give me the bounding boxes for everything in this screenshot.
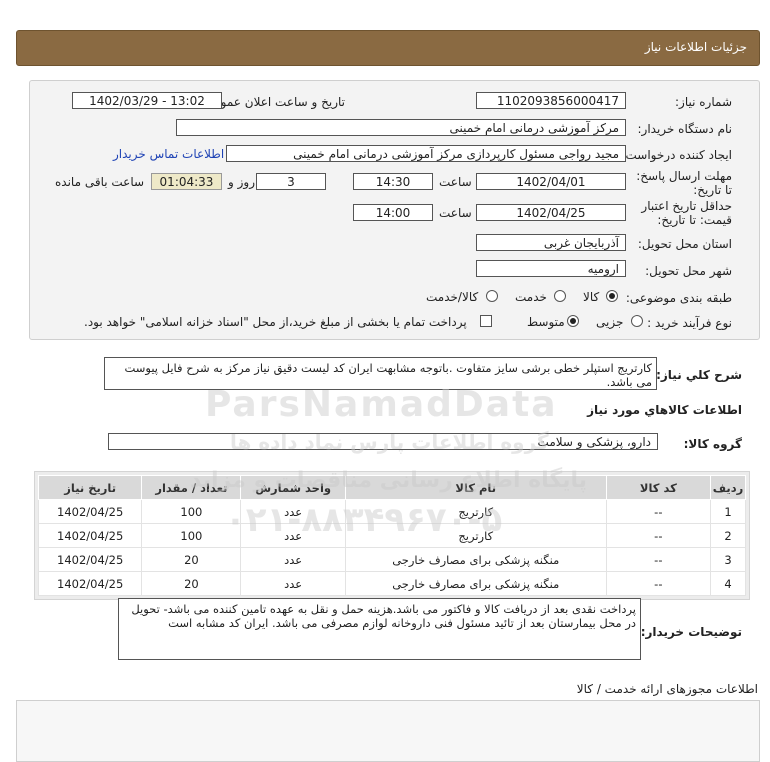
col-row-number: ردیف — [710, 475, 746, 500]
goods-group-label: گروه کالا: — [683, 437, 742, 451]
cell-need-date: 1402/04/25 — [37, 571, 143, 596]
province-label: استان محل تحویل: — [637, 237, 732, 251]
page-header: جزئیات اطلاعات نیاز — [16, 30, 760, 66]
table-row[interactable]: 2 -- کارتریج عدد 100 1402/04/25 — [37, 523, 746, 548]
cell-unit: عدد — [240, 571, 346, 596]
cell-goods-name: منگنه پزشکی برای مصارف خارجی — [344, 571, 607, 596]
remaining-days-field[interactable]: 3 — [256, 173, 326, 190]
deadline-date-field[interactable]: 1402/04/01 — [476, 173, 626, 190]
remaining-time-field: 01:04:33 — [151, 173, 222, 190]
validity-time-label: ساعت — [439, 206, 472, 220]
city-label: شهر محل تحویل: — [645, 264, 732, 278]
goods-table-container: ردیف کد کالا نام کالا واحد شمارش تعداد /… — [34, 471, 750, 600]
col-need-date: تاریخ نیاز — [37, 475, 143, 500]
category-option-goods-service: کالا/خدمت — [426, 290, 479, 304]
goods-table: ردیف کد کالا نام کالا واحد شمارش تعداد /… — [37, 475, 746, 596]
buyer-contact-link[interactable]: اطلاعات تماس خریدار — [113, 147, 224, 161]
cell-need-date: 1402/04/25 — [37, 499, 143, 524]
category-radio-goods[interactable] — [606, 290, 618, 302]
buyer-org-field[interactable]: مرکز آموزشی درمانی امام خمینی — [176, 119, 626, 136]
remaining-label: ساعت باقی مانده — [55, 175, 145, 189]
service-permits-label: اطلاعات مجوزهای ارائه خدمت / کالا — [576, 682, 758, 696]
province-field[interactable]: آذربایجان غربی — [476, 234, 626, 251]
table-row[interactable]: 3 -- منگنه پزشکی برای مصارف خارجی عدد 20… — [37, 547, 746, 572]
table-row[interactable]: 1 -- کارتریج عدد 100 1402/04/25 — [37, 499, 746, 524]
col-goods-code: کد کالا — [605, 475, 712, 500]
deadline-time-label: ساعت — [439, 175, 472, 189]
table-row[interactable]: 4 -- منگنه پزشکی برای مصارف خارجی عدد 20… — [37, 571, 746, 596]
process-option-medium: متوسط — [527, 315, 565, 329]
category-option-goods: کالا — [583, 290, 600, 304]
cell-need-date: 1402/04/25 — [37, 547, 143, 572]
goods-group-field[interactable]: دارو، پزشکی و سلامت — [108, 433, 658, 450]
need-number-label: شماره نیاز: — [675, 95, 732, 109]
announce-datetime-field[interactable]: 1402/03/29 - 13:02 — [72, 92, 222, 109]
validity-label: حداقل تاریخ اعتبار قیمت: تا تاریخ: — [641, 199, 732, 227]
col-unit: واحد شمارش — [240, 475, 346, 500]
cell-row-number: 4 — [710, 571, 746, 596]
cell-row-number: 3 — [710, 547, 746, 572]
description-label: شرح کلي نياز: — [656, 368, 742, 382]
watermark-brand: ParsNamadData — [205, 384, 558, 425]
service-permits-panel — [16, 700, 760, 762]
buyer-notes-label: توضیحات خریدار: — [640, 625, 742, 639]
cell-quantity: 20 — [141, 547, 242, 572]
category-radio-service[interactable] — [554, 290, 566, 302]
process-option-minor: جزیی — [596, 315, 624, 329]
deadline-label: مهلت ارسال پاسخ: تا تاریخ: — [636, 169, 732, 197]
cell-goods-name: کارتریج — [344, 499, 607, 524]
cell-row-number: 1 — [710, 499, 746, 524]
col-goods-name: نام کالا — [344, 475, 607, 500]
page-title: جزئیات اطلاعات نیاز — [644, 40, 747, 54]
validity-time-field[interactable]: 14:00 — [353, 204, 433, 221]
treasury-payment-checkbox[interactable] — [480, 315, 492, 327]
cell-goods-code: -- — [605, 547, 712, 572]
category-radio-goods-service[interactable] — [486, 290, 498, 302]
cell-quantity: 100 — [141, 499, 242, 524]
cell-quantity: 20 — [141, 571, 242, 596]
cell-unit: عدد — [240, 523, 346, 548]
process-radio-medium[interactable] — [567, 315, 579, 327]
cell-quantity: 100 — [141, 523, 242, 548]
cell-goods-code: -- — [605, 499, 712, 524]
buyer-org-label: نام دستگاه خریدار: — [637, 122, 733, 136]
cell-row-number: 2 — [710, 523, 746, 548]
category-label: طبقه بندی موضوعی: — [625, 291, 732, 305]
category-option-service: خدمت — [515, 290, 547, 304]
cell-goods-code: -- — [605, 523, 712, 548]
validity-date-field[interactable]: 1402/04/25 — [476, 204, 626, 221]
col-quantity: تعداد / مقدار — [141, 475, 242, 500]
cell-goods-name: منگنه پزشکی برای مصارف خارجی — [344, 547, 607, 572]
deadline-time-field[interactable]: 14:30 — [353, 173, 433, 190]
cell-goods-name: کارتریج — [344, 523, 607, 548]
cell-unit: عدد — [240, 547, 346, 572]
days-label: روز و — [228, 175, 255, 189]
process-label: نوع فرآیند خرید : — [647, 316, 732, 330]
requester-field[interactable]: مجید رواجی مسئول کارپردازی مرکز آموزشی د… — [226, 145, 626, 162]
cell-need-date: 1402/04/25 — [37, 523, 143, 548]
goods-table-header: ردیف کد کالا نام کالا واحد شمارش تعداد /… — [37, 475, 746, 500]
process-radio-minor[interactable] — [631, 315, 643, 327]
buyer-notes-textarea[interactable]: پرداخت نقدی بعد از دریافت کالا و فاکتور … — [118, 598, 641, 660]
cell-unit: عدد — [240, 499, 346, 524]
need-number-field[interactable]: 1102093856000417 — [476, 92, 626, 109]
description-textarea[interactable]: کارتریج استپلر خطی برشی سایز متفاوت .بات… — [104, 357, 657, 390]
requester-label: ایجاد کننده درخواست: — [621, 148, 732, 162]
goods-section-title: اطلاعات کالاهاي مورد نياز — [587, 403, 742, 417]
city-field[interactable]: ارومیه — [476, 260, 626, 277]
cell-goods-code: -- — [605, 571, 712, 596]
treasury-payment-note: پرداخت تمام یا بخشی از مبلغ خرید،از محل … — [84, 315, 467, 329]
